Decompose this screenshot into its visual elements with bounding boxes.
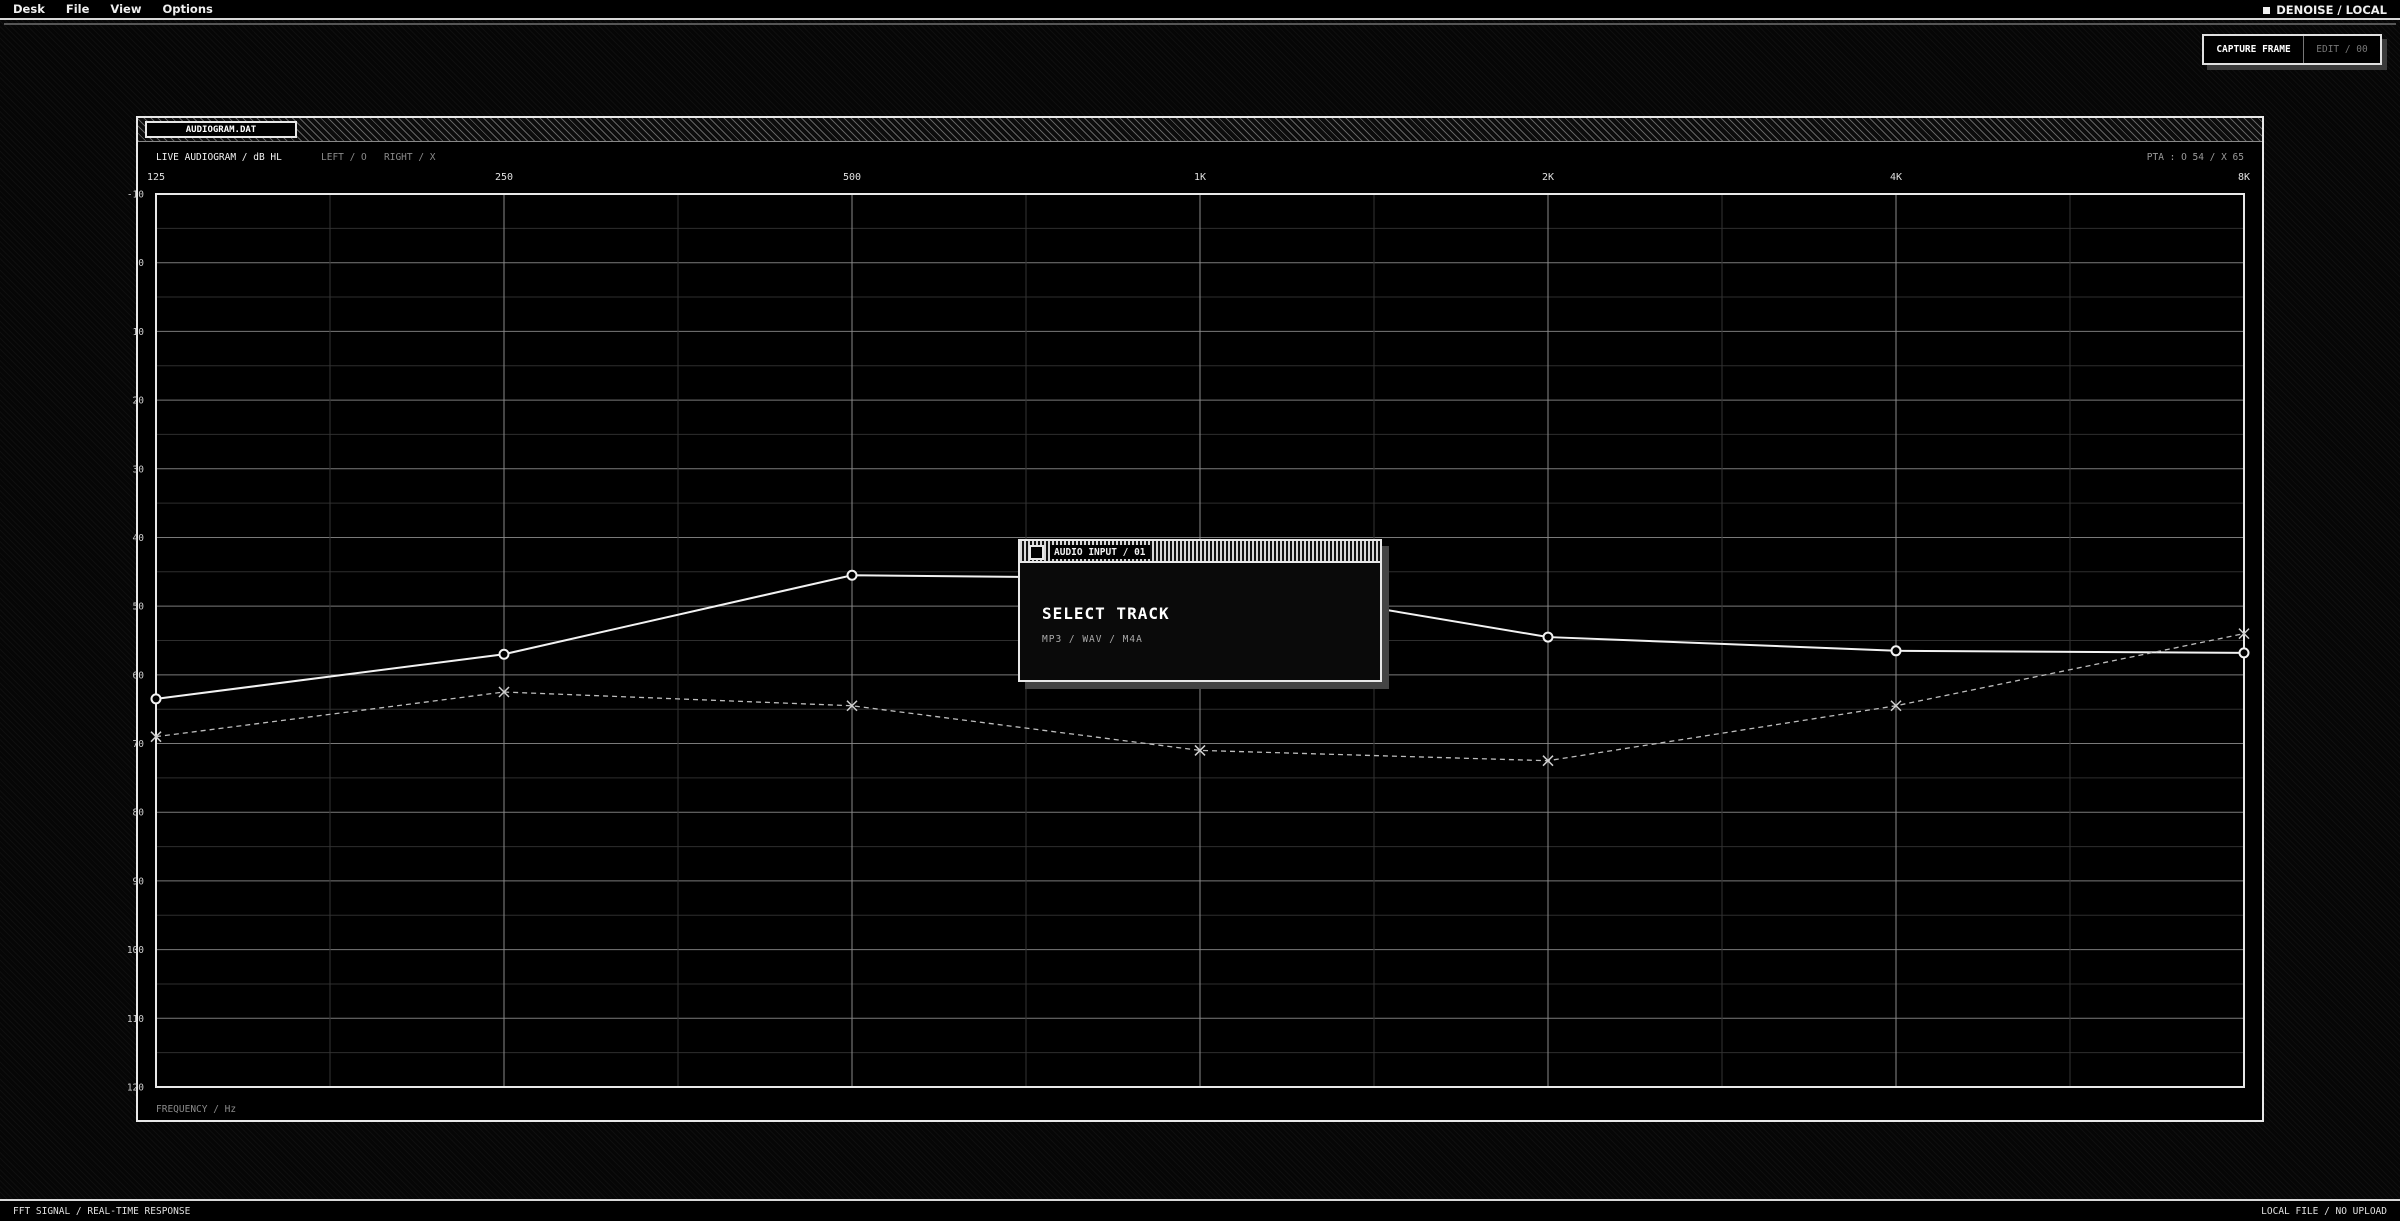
legend-right: RIGHT / X <box>384 152 436 163</box>
chart-title: LIVE AUDIOGRAM / dB HL <box>156 152 282 163</box>
menu-options[interactable]: Options <box>162 2 212 16</box>
dialog-title: AUDIO INPUT / 01 <box>1050 545 1150 559</box>
footer-left: FFT SIGNAL / REAL-TIME RESPONSE <box>13 1205 191 1217</box>
file-tab[interactable]: AUDIOGRAM.DAT <box>145 121 297 138</box>
capture-frame-button[interactable]: CAPTURE FRAME <box>2204 36 2304 63</box>
footer-right: LOCAL FILE / NO UPLOAD <box>2261 1205 2387 1217</box>
x-axis-caption: FREQUENCY / Hz <box>156 1104 237 1115</box>
dialog-close-icon[interactable] <box>1029 545 1044 560</box>
window-title-bar[interactable] <box>138 118 2262 142</box>
status-text: DENOISE / LOCAL <box>2276 3 2387 17</box>
select-track-dialog[interactable]: AUDIO INPUT / 01 SELECT TRACK MP3 / WAV … <box>1018 539 1382 682</box>
legend-left: LEFT / O <box>321 152 367 163</box>
status-indicator: DENOISE / LOCAL <box>2263 3 2387 17</box>
edit-button[interactable]: EDIT / 00 <box>2304 36 2380 63</box>
status-square-icon <box>2263 7 2271 14</box>
menu-file[interactable]: File <box>66 2 90 16</box>
supported-formats: MP3 / WAV / M4A <box>1042 634 1143 645</box>
menu-bar: Desk File View Options DENOISE / LOCAL <box>0 0 2400 20</box>
dialog-heading: SELECT TRACK <box>1042 604 1170 623</box>
menu-view[interactable]: View <box>110 2 141 16</box>
menu-divider <box>4 23 2396 25</box>
status-bar: FFT SIGNAL / REAL-TIME RESPONSE LOCAL FI… <box>0 1199 2400 1221</box>
menu-desk[interactable]: Desk <box>13 2 45 16</box>
capture-toolbar: CAPTURE FRAME EDIT / 00 <box>2202 34 2382 65</box>
pta-readout: PTA : O 54 / X 65 <box>2146 152 2244 163</box>
